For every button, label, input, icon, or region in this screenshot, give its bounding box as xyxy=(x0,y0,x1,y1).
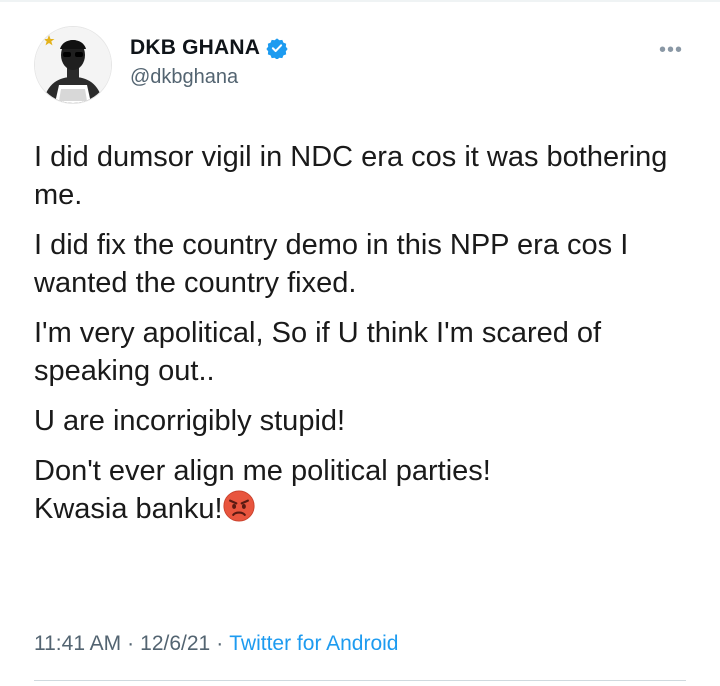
display-name-row: DKB GHANA xyxy=(130,34,288,62)
avatar-image xyxy=(35,27,111,103)
tweet-header: DKB GHANA @dkbghana ••• xyxy=(34,26,694,106)
tweet-card: DKB GHANA @dkbghana ••• I did dumsor vig… xyxy=(0,0,720,686)
verified-badge-icon xyxy=(266,38,288,59)
meta-separator: · xyxy=(216,632,224,655)
tweet-paragraph: I'm very apolitical, So if U think I'm s… xyxy=(34,317,602,387)
tweet-paragraph: U are incorrigibly stupid! xyxy=(34,405,346,437)
tweet-paragraph: Don't ever align me political parties! K… xyxy=(34,452,684,528)
tweet-paragraph: I did dumsor vigil in NDC era cos it was… xyxy=(34,141,668,211)
angry-face-emoji-icon xyxy=(223,490,255,522)
top-divider xyxy=(0,0,720,2)
user-handle[interactable]: @dkbghana xyxy=(130,66,288,89)
display-name[interactable]: DKB GHANA xyxy=(130,36,260,60)
meta-separator: · xyxy=(127,632,135,655)
tweet-text: I did dumsor vigil in NDC era cos it was… xyxy=(34,138,684,528)
tweet-source-link[interactable]: Twitter for Android xyxy=(229,632,398,655)
tweet-date[interactable]: 12/6/21 xyxy=(140,632,210,655)
avatar[interactable] xyxy=(34,26,112,104)
tweet-meta: 11:41 AM · 12/6/21 · Twitter for Android xyxy=(34,632,399,656)
tweet-time[interactable]: 11:41 AM xyxy=(34,632,121,655)
user-names: DKB GHANA @dkbghana xyxy=(130,34,288,89)
more-options-icon[interactable]: ••• xyxy=(656,39,686,61)
bottom-divider xyxy=(34,680,686,681)
tweet-paragraph: I did fix the country demo in this NPP e… xyxy=(34,229,629,299)
tweet-line: Don't ever align me political parties! xyxy=(34,455,491,487)
tweet-line-last: Kwasia banku! xyxy=(34,493,223,525)
